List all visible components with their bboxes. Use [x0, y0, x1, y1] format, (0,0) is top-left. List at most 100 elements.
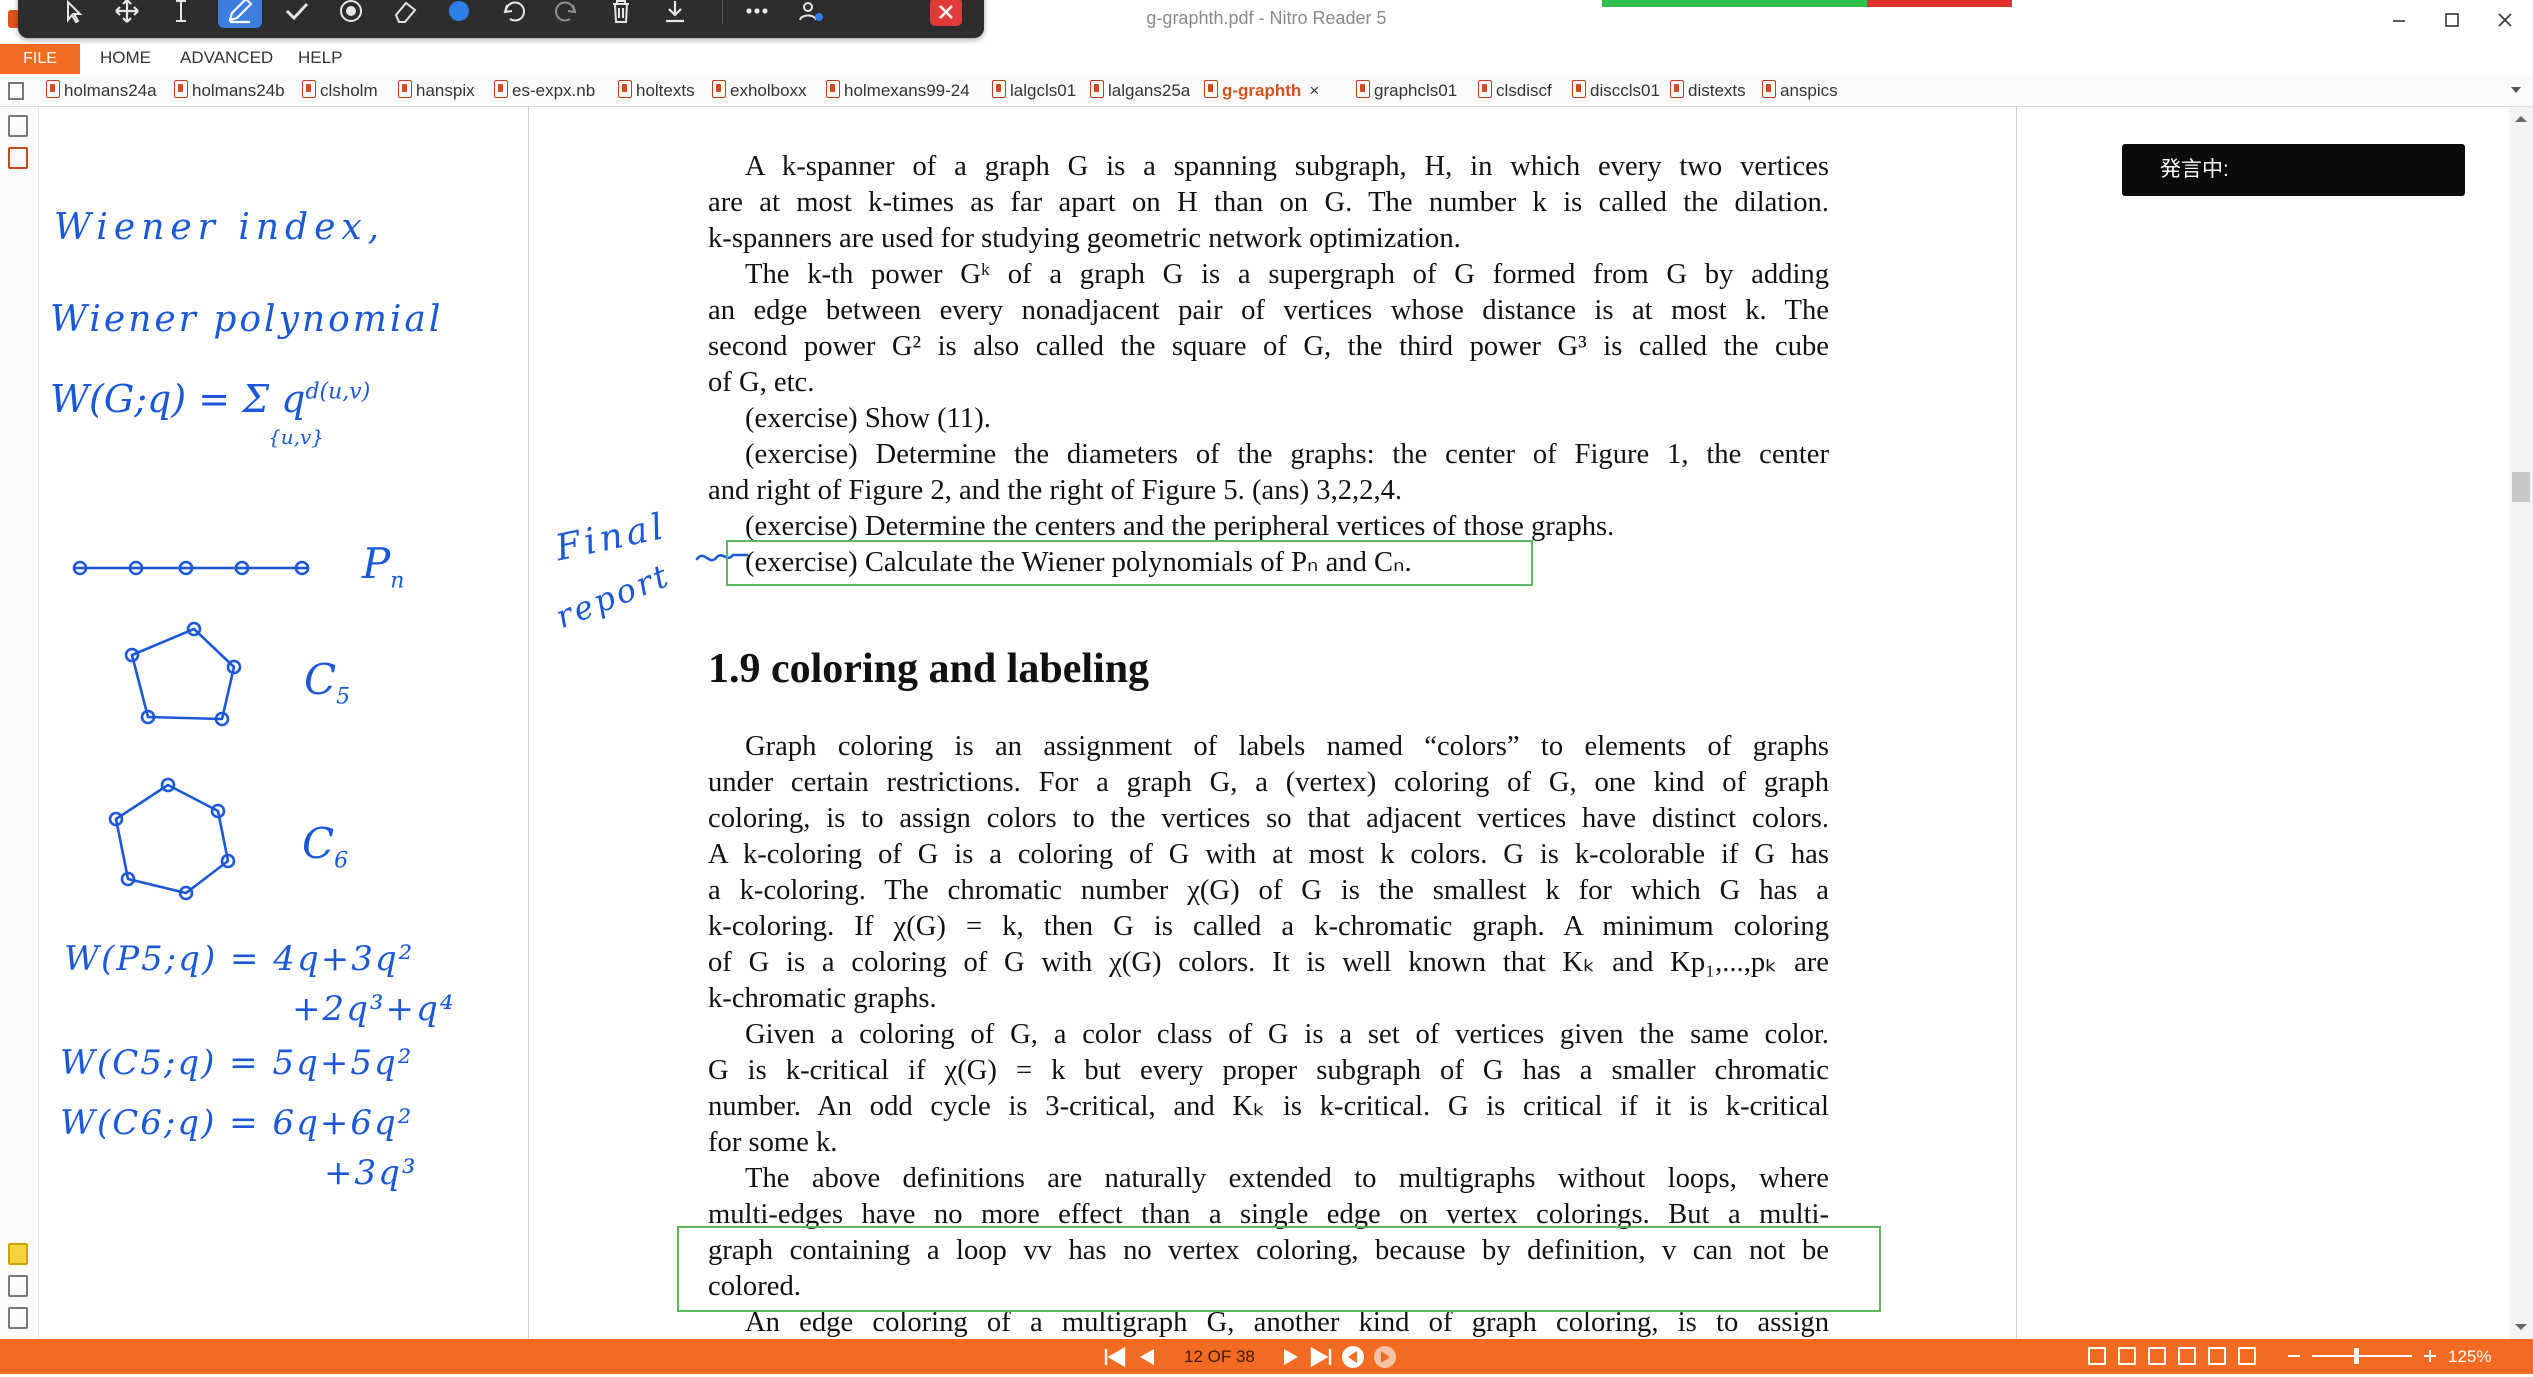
layers-panel-icon[interactable] — [8, 1307, 28, 1329]
redo-icon[interactable] — [550, 0, 584, 26]
zoom-level[interactable]: 125% — [2448, 1347, 2491, 1367]
tab-holmexans99-24[interactable]: holmexans99-24 — [826, 80, 970, 102]
split-view-icon[interactable] — [2208, 1347, 2226, 1365]
single-page-view-icon[interactable] — [2088, 1347, 2106, 1365]
pdf-page-viewport[interactable]: Final report A k-spanner of a graph G is… — [529, 107, 2016, 1339]
doc-line: for some k. — [708, 1127, 838, 1158]
zoom-slider-track[interactable] — [2312, 1355, 2412, 1357]
pdf-file-icon — [398, 80, 412, 98]
scrollbar-thumb[interactable] — [2512, 472, 2530, 502]
doc-line: an edge between every nonadjacent pair o… — [708, 295, 1829, 326]
forward-view-icon[interactable] — [1372, 1344, 1398, 1377]
undo-icon[interactable] — [496, 0, 530, 26]
check-icon[interactable] — [280, 0, 314, 26]
zoom-in-icon[interactable] — [2420, 1346, 2440, 1371]
note-wiener-formula: W(G;q) = Σ qd(u,v) — [50, 377, 371, 421]
speech-status-box: 発言中: — [2122, 144, 2465, 196]
note-label-c6: C6 — [302, 819, 349, 874]
pdf-file-icon — [1356, 80, 1370, 98]
next-page-icon[interactable] — [1278, 1344, 1304, 1377]
close-toolbar-button[interactable] — [930, 0, 962, 26]
previous-page-icon[interactable] — [1134, 1344, 1160, 1377]
doc-line: Graph coloring is an assignment of label… — [745, 731, 1829, 762]
tab-list-icon[interactable] — [8, 82, 24, 100]
pdf-file-icon — [302, 80, 316, 98]
zoom-out-icon[interactable] — [2284, 1346, 2304, 1372]
menu-advanced[interactable]: ADVANCED — [180, 48, 273, 68]
tab-clsdiscf[interactable]: clsdiscf — [1478, 80, 1552, 102]
doc-line: Given a coloring of G, a color class of … — [745, 1019, 1829, 1050]
page-indicator[interactable]: 12 OF 38 — [1184, 1347, 1255, 1367]
close-window-button[interactable] — [2490, 6, 2520, 34]
pen-icon[interactable] — [218, 0, 262, 28]
note-wiener-polynomial: Wiener polynomial — [50, 299, 444, 340]
pdf-file-icon — [618, 80, 632, 98]
tab-clsholm[interactable]: clsholm — [302, 80, 378, 102]
cursor-arrow-icon[interactable] — [56, 0, 90, 26]
vertical-scrollbar[interactable] — [2509, 107, 2533, 1339]
continuous-view-icon[interactable] — [2118, 1347, 2136, 1365]
attachments-panel-icon[interactable] — [8, 1275, 28, 1297]
doc-line: G is k-critical if χ(G) = k but every pr… — [708, 1055, 1829, 1086]
back-view-icon[interactable] — [1340, 1344, 1366, 1377]
zoom-slider-handle[interactable] — [2354, 1348, 2359, 1364]
facing-continuous-view-icon[interactable] — [2178, 1347, 2196, 1365]
speech-level-bar-green — [1602, 0, 1867, 7]
last-page-icon[interactable] — [1306, 1344, 1336, 1377]
tab-lalgans25a[interactable]: lalgans25a — [1090, 80, 1190, 102]
doc-line: (exercise) Show (11). — [745, 403, 991, 434]
scroll-up-icon[interactable] — [2509, 109, 2533, 129]
fit-width-view-icon[interactable] — [2238, 1347, 2256, 1365]
tab-distexts[interactable]: distexts — [1670, 80, 1746, 102]
pages-panel-icon[interactable] — [8, 115, 28, 137]
doc-line: (exercise) Determine the diameters of th… — [745, 439, 1829, 470]
text-cursor-icon[interactable] — [164, 0, 198, 26]
eraser-icon[interactable] — [388, 0, 422, 26]
right-blank-pane — [2016, 107, 2510, 1339]
floating-annotation-toolbar — [18, 0, 984, 38]
pdf-file-icon — [1090, 80, 1104, 98]
pen-settings-icon[interactable] — [794, 0, 828, 26]
color-dot-icon[interactable] — [442, 0, 476, 26]
tab-exholboxx[interactable]: exholboxx — [712, 80, 807, 102]
menu-file[interactable]: FILE — [0, 44, 80, 74]
tab-holtexts[interactable]: holtexts — [618, 80, 695, 102]
tab-graphcls01[interactable]: graphcls01 — [1356, 80, 1457, 102]
tab-overflow-chevron-icon[interactable] — [2508, 82, 2524, 98]
tab-disccls01[interactable]: disccls01 — [1572, 80, 1660, 102]
download-icon[interactable] — [658, 0, 692, 26]
tab-g-graphth[interactable]: g-graphth × — [1204, 80, 1319, 102]
menu-home[interactable]: HOME — [100, 48, 151, 68]
highlight-box-wiener-exercise[interactable] — [726, 540, 1533, 586]
minimize-button[interactable] — [2384, 6, 2414, 34]
note-w-p5-line1: W(P5;q) = 4q+3q² — [64, 939, 415, 979]
speech-level-bar-red — [1867, 0, 2012, 7]
handwritten-notes-pane: Wiener index, Wiener polynomial W(G;q) =… — [40, 107, 529, 1339]
left-tool-rail — [0, 107, 39, 1339]
comments-panel-icon[interactable] — [8, 1243, 28, 1265]
pdf-file-icon — [46, 80, 60, 98]
tab-close-icon[interactable]: × — [1309, 81, 1319, 100]
tab-lalgcls01[interactable]: lalgcls01 — [992, 80, 1076, 102]
doc-line: k-coloring. If χ(G) = k, then G is calle… — [708, 911, 1829, 942]
move-icon[interactable] — [110, 0, 144, 26]
facing-view-icon[interactable] — [2148, 1347, 2166, 1365]
tab-holmans24a[interactable]: holmans24a — [46, 80, 157, 102]
menu-help[interactable]: HELP — [298, 48, 342, 68]
stamp-icon[interactable] — [334, 0, 368, 26]
first-page-icon[interactable] — [1100, 1344, 1130, 1377]
highlight-box-loop-sentence[interactable] — [677, 1226, 1881, 1312]
toolbar-separator — [722, 0, 723, 24]
doc-line: coloring, is to assign colors to the ver… — [708, 803, 1829, 834]
tab-anspics[interactable]: anspics — [1762, 80, 1838, 102]
tab-es-expx[interactable]: es-expx.nb — [494, 80, 595, 102]
maximize-button[interactable] — [2437, 6, 2467, 34]
tab-hanspix[interactable]: hanspix — [398, 80, 475, 102]
scroll-down-icon[interactable] — [2509, 1317, 2533, 1337]
tab-holmans24b[interactable]: holmans24b — [174, 80, 285, 102]
note-w-c5: W(C5;q) = 5q+5q² — [60, 1043, 414, 1083]
bookmarks-panel-icon[interactable] — [8, 147, 28, 169]
trash-icon[interactable] — [604, 0, 638, 26]
more-icon[interactable] — [740, 0, 774, 26]
pdf-file-icon — [494, 80, 508, 98]
